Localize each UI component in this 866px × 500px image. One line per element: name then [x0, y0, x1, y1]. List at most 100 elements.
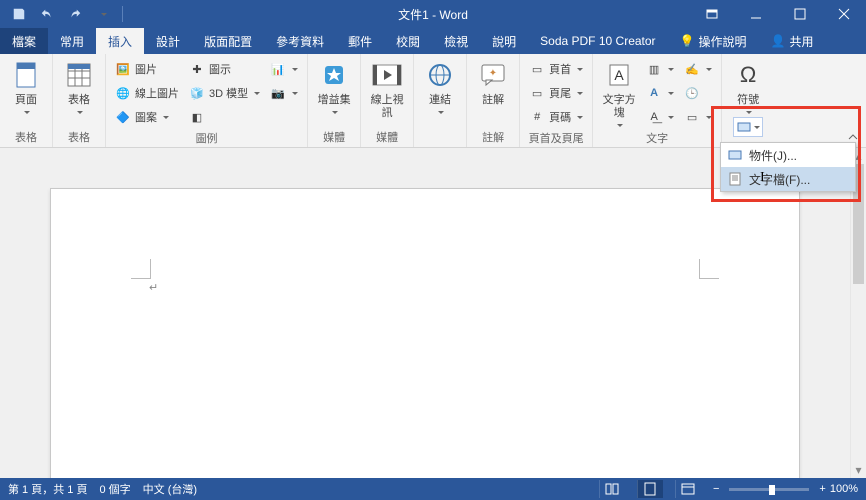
header-button[interactable]: ▭頁首: [526, 58, 586, 80]
pages-button[interactable]: 頁面: [6, 58, 46, 115]
addins-button[interactable]: 增益集: [314, 58, 354, 115]
scroll-track[interactable]: [851, 164, 866, 462]
textbox-icon: A: [607, 58, 631, 92]
addins-icon: [322, 58, 346, 92]
chart-button[interactable]: 📊: [267, 58, 301, 80]
page[interactable]: ↵: [50, 188, 800, 478]
menu-item-text-from-file[interactable]: 文字檔(F)...: [721, 167, 855, 191]
video-label: 線上視訊: [367, 94, 407, 120]
tab-help[interactable]: 說明: [480, 28, 528, 54]
footer-button[interactable]: ▭頁尾: [526, 82, 586, 104]
minimize-button[interactable]: [734, 0, 778, 28]
table-label: 表格: [68, 94, 90, 107]
tell-me[interactable]: 💡操作說明: [668, 28, 759, 54]
object-split-button[interactable]: [733, 117, 763, 137]
pagenum-icon: #: [529, 109, 545, 125]
drop-cap-button[interactable]: A͟: [643, 106, 677, 128]
links-button[interactable]: 連結: [420, 58, 460, 115]
picture-icon: 🖼️: [115, 61, 131, 77]
title-bar: 文件1 - Word: [0, 0, 866, 28]
shapes-button[interactable]: 🔷圖案: [112, 106, 182, 128]
view-print-layout-button[interactable]: [637, 480, 663, 498]
textbox-button[interactable]: A 文字方塊: [599, 58, 639, 128]
window-controls: [690, 0, 866, 28]
zoom-slider-thumb[interactable]: [769, 485, 775, 495]
maximize-button[interactable]: [778, 0, 822, 28]
page-number-button[interactable]: #頁碼: [526, 106, 586, 128]
ribbon-tabs: 檔案 常用 插入 設計 版面配置 參考資料 郵件 校閱 檢視 說明 Soda P…: [0, 28, 866, 54]
3d-models-button[interactable]: 🧊3D 模型: [186, 82, 263, 104]
header-label: 頁首: [549, 61, 571, 77]
textfile-menu-icon: [727, 171, 743, 187]
comment-button[interactable]: ✦ 註解: [473, 58, 513, 107]
online-video-button[interactable]: 線上視訊: [367, 58, 407, 120]
object-rect-icon: [737, 121, 751, 133]
close-button[interactable]: [822, 0, 866, 28]
tab-references[interactable]: 參考資料: [264, 28, 336, 54]
tab-file[interactable]: 檔案: [0, 28, 48, 54]
pagenum-label: 頁碼: [549, 109, 571, 125]
signature-button[interactable]: ✍: [681, 58, 715, 80]
pages-label: 頁面: [15, 94, 37, 107]
tab-review[interactable]: 校閱: [384, 28, 432, 54]
comment-label: 註解: [482, 94, 504, 107]
tab-view[interactable]: 檢視: [432, 28, 480, 54]
quick-access-toolbar: [0, 3, 125, 25]
status-language[interactable]: 中文 (台灣): [143, 481, 197, 497]
online-picture-icon: 🌐: [115, 85, 131, 101]
zoom-slider[interactable]: [729, 488, 809, 491]
pictures-label: 圖片: [135, 61, 157, 77]
quickparts-icon: ▥: [646, 61, 662, 77]
shapes-label: 圖案: [135, 109, 157, 125]
svg-text:✦: ✦: [489, 68, 497, 79]
view-web-layout-button[interactable]: [675, 480, 701, 498]
icons-button[interactable]: ✚圖示: [186, 58, 263, 80]
margin-corner-tl: [131, 259, 151, 279]
date-time-button[interactable]: 🕒: [681, 82, 715, 104]
ribbon-display-button[interactable]: [690, 0, 734, 28]
tab-mailings[interactable]: 郵件: [336, 28, 384, 54]
online-pictures-button[interactable]: 🌐線上圖片: [112, 82, 182, 104]
object-button[interactable]: ▭: [681, 106, 715, 128]
status-page[interactable]: 第 1 頁，共 1 頁: [8, 481, 87, 497]
omega-icon: Ω: [740, 58, 756, 92]
link-icon: [427, 58, 453, 92]
screenshot-icon: 📷: [270, 85, 286, 101]
group-pages-label: 表格: [15, 127, 37, 145]
zoom-level[interactable]: 100%: [830, 483, 858, 495]
share-button[interactable]: 👤共用: [759, 28, 826, 54]
save-button[interactable]: [8, 3, 30, 25]
3d-models-label: 3D 模型: [209, 85, 248, 101]
smartart-icon: ◧: [189, 109, 205, 125]
quick-parts-button[interactable]: ▥: [643, 58, 677, 80]
group-comments: ✦ 註解 註解: [467, 54, 520, 147]
zoom-out-button[interactable]: −: [713, 483, 719, 495]
tab-soda-pdf[interactable]: Soda PDF 10 Creator: [528, 28, 667, 54]
table-button[interactable]: 表格: [59, 58, 99, 115]
scroll-down-button[interactable]: ▾: [851, 462, 866, 478]
chart-icon: 📊: [270, 61, 286, 77]
footer-icon: ▭: [529, 85, 545, 101]
undo-button[interactable]: [36, 3, 58, 25]
symbol-button[interactable]: Ω 符號: [728, 58, 768, 115]
screenshot-button[interactable]: 📷: [267, 82, 301, 104]
menu-item-object[interactable]: 物件(J)...: [721, 143, 855, 167]
tab-layout[interactable]: 版面配置: [192, 28, 264, 54]
pictures-button[interactable]: 🖼️圖片: [112, 58, 182, 80]
document-area[interactable]: ↵: [0, 148, 850, 478]
view-read-mode-button[interactable]: [599, 480, 625, 498]
group-header-footer: ▭頁首 ▭頁尾 #頁碼 頁首及頁尾: [520, 54, 593, 147]
tab-design[interactable]: 設計: [144, 28, 192, 54]
tab-home[interactable]: 常用: [48, 28, 96, 54]
group-pages: 頁面 表格: [0, 54, 53, 147]
wordart-button[interactable]: A: [643, 82, 677, 104]
tab-insert[interactable]: 插入: [96, 28, 144, 54]
shapes-icon: 🔷: [115, 109, 131, 125]
status-words[interactable]: 0 個字: [99, 481, 130, 497]
qat-customize-button[interactable]: [92, 3, 114, 25]
zoom-in-button[interactable]: +: [819, 483, 825, 495]
smartart-button[interactable]: ◧: [186, 106, 263, 128]
vertical-scrollbar[interactable]: ▴ ▾: [850, 148, 866, 478]
redo-button[interactable]: [64, 3, 86, 25]
share-label: 共用: [789, 33, 813, 50]
